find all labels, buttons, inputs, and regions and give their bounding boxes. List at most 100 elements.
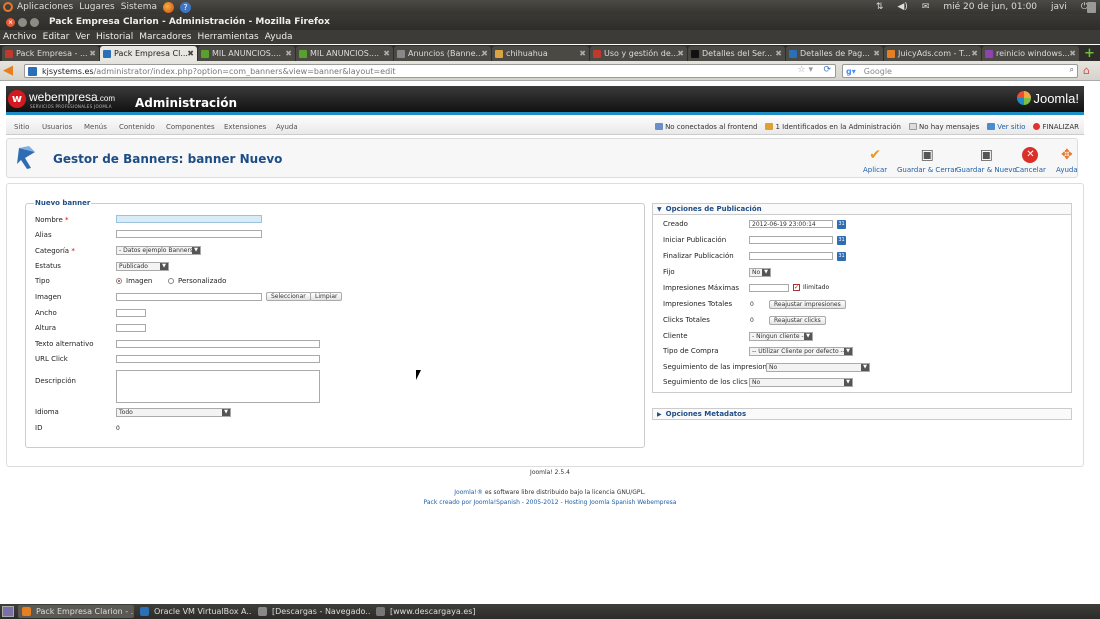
select-image-button[interactable]: Seleccionar: [266, 292, 311, 301]
clock[interactable]: mié 20 de jun, 01:00: [943, 2, 1037, 12]
publish-up-input[interactable]: [749, 236, 833, 244]
browser-tab[interactable]: JuicyAds.com - T... ✖: [884, 46, 981, 61]
sticky-select[interactable]: No ▼: [749, 268, 771, 277]
browser-tab[interactable]: Detalles de Pag... ✖: [786, 46, 883, 61]
window-close-button[interactable]: ×: [6, 17, 15, 27]
taskbar-window-button[interactable]: Pack Empresa Clarion - ...: [18, 605, 134, 618]
home-icon[interactable]: ⌂: [1083, 64, 1090, 77]
logout-link[interactable]: FINALIZAR: [1033, 123, 1079, 131]
user-menu[interactable]: javi: [1051, 2, 1067, 12]
status-select[interactable]: Publicado ▼: [116, 262, 169, 271]
publishing-options-header[interactable]: ▼ Opciones de Publicación: [652, 203, 1072, 215]
tab-close-icon[interactable]: ✖: [187, 49, 194, 58]
created-input[interactable]: 2012-06-19 23:00:14: [749, 220, 833, 228]
window-titlebar[interactable]: × Pack Empresa Clarion - Administración …: [0, 14, 1100, 30]
browser-tab[interactable]: reinicio windows... ✖: [982, 46, 1079, 61]
browser-tab[interactable]: chihuahua ✖: [492, 46, 589, 61]
view-site-link[interactable]: Ver sitio: [987, 123, 1025, 131]
track-clicks-select[interactable]: No ▼: [749, 378, 853, 387]
browser-tab[interactable]: MIL ANUNCIOS.... ✖: [198, 46, 295, 61]
google-engine-icon[interactable]: g▾: [846, 67, 856, 76]
track-impressions-select[interactable]: No ▼: [766, 363, 870, 372]
show-desktop-icon[interactable]: [2, 606, 14, 617]
menu-archivo[interactable]: Archivo: [0, 32, 40, 42]
type-custom-radio[interactable]: [168, 278, 174, 284]
browser-tab[interactable]: Detalles del Ser... ✖: [688, 46, 785, 61]
metadata-options-header[interactable]: ▶ Opciones Metadatos: [652, 408, 1072, 420]
unlimited-checkbox[interactable]: ✓: [793, 284, 800, 291]
window-minimize-button[interactable]: [18, 17, 27, 27]
jmenu-extensiones[interactable]: Extensiones: [224, 123, 266, 131]
volume-icon[interactable]: ◀): [897, 2, 907, 12]
credit-link[interactable]: Pack creado por Joomla!Spanish - 2005-20…: [0, 499, 1100, 506]
reset-impressions-button[interactable]: Reajustar impresiones: [769, 300, 846, 309]
menu-marcadores[interactable]: Marcadores: [136, 32, 194, 42]
network-icon[interactable]: ⇅: [876, 2, 884, 12]
menu-ver[interactable]: Ver: [72, 32, 93, 42]
menu-historial[interactable]: Historial: [93, 32, 136, 42]
max-impressions-input[interactable]: [749, 284, 789, 292]
tab-close-icon[interactable]: ✖: [89, 49, 96, 58]
search-bar[interactable]: g▾ Google ⌕: [842, 64, 1078, 78]
tab-close-icon[interactable]: ✖: [677, 49, 684, 58]
type-image-radio[interactable]: [116, 278, 122, 284]
browser-tab[interactable]: Anuncios (Banne... ✖: [394, 46, 491, 61]
clear-image-button[interactable]: Limpiar: [310, 292, 343, 301]
tab-close-icon[interactable]: ✖: [481, 49, 488, 58]
name-input[interactable]: [116, 215, 262, 223]
url-bar[interactable]: kjsystems.es/administrator/index.php?opt…: [24, 64, 836, 78]
alias-input[interactable]: [116, 230, 262, 238]
reload-icon[interactable]: ⟳: [823, 65, 831, 75]
tab-close-icon[interactable]: ✖: [873, 49, 880, 58]
tab-close-icon[interactable]: ✖: [775, 49, 782, 58]
height-input[interactable]: [116, 324, 146, 332]
menu-herramientas[interactable]: Herramientas: [194, 32, 261, 42]
tab-close-icon[interactable]: ✖: [285, 49, 292, 58]
tab-close-icon[interactable]: ✖: [383, 49, 390, 58]
alt-text-input[interactable]: [116, 340, 320, 348]
taskbar-window-button[interactable]: Oracle VM VirtualBox A...: [136, 605, 252, 618]
description-textarea[interactable]: [116, 370, 320, 403]
url-click-input[interactable]: [116, 355, 320, 363]
category-select[interactable]: - Datos ejemplo Banners ▼: [116, 246, 201, 255]
browser-tab[interactable]: Pack Empresa - ... ✖: [2, 46, 99, 61]
apply-button[interactable]: ✔ Aplicar: [863, 147, 887, 174]
window-maximize-button[interactable]: [30, 17, 39, 27]
ubuntu-logo-icon[interactable]: [3, 2, 13, 12]
menu-sistema[interactable]: Sistema: [121, 2, 157, 12]
mail-icon[interactable]: ✉: [922, 2, 930, 12]
save-close-button[interactable]: ▣ Guardar & Cerrar: [897, 147, 957, 174]
jmenu-usuarios[interactable]: Usuarios: [42, 123, 72, 131]
save-new-button[interactable]: ▣ Guardar & Nuevo: [956, 147, 1017, 174]
help-button[interactable]: ✥ Ayuda: [1056, 147, 1078, 174]
jmenu-menus[interactable]: Menús: [84, 123, 107, 131]
language-select[interactable]: Todo ▼: [116, 408, 231, 417]
tab-close-icon[interactable]: ✖: [971, 49, 978, 58]
menu-editar[interactable]: Editar: [40, 32, 73, 42]
reset-clicks-button[interactable]: Reajustar clicks: [769, 316, 826, 325]
back-button[interactable]: ◀: [3, 64, 19, 78]
firefox-launcher-icon[interactable]: [163, 1, 175, 13]
jmenu-sitio[interactable]: Sitio: [14, 123, 29, 131]
client-select[interactable]: - Ningun cliente - ▼: [749, 332, 813, 341]
jmenu-contenido[interactable]: Contenido: [119, 123, 155, 131]
tab-close-icon[interactable]: ✖: [579, 49, 586, 58]
tab-close-icon[interactable]: ✖: [1069, 49, 1076, 58]
browser-tab[interactable]: MIL ANUNCIOS.... ✖: [296, 46, 393, 61]
trash-icon[interactable]: [1087, 2, 1096, 13]
taskbar-window-button[interactable]: [www.descargaya.es]: [372, 605, 488, 618]
jmenu-ayuda[interactable]: Ayuda: [276, 123, 298, 131]
cancel-button[interactable]: ✕ Cancelar: [1015, 147, 1046, 174]
browser-tab[interactable]: Pack Empresa Cl... ✖: [100, 46, 197, 61]
help-launcher-icon[interactable]: ?: [180, 1, 192, 13]
calendar-icon[interactable]: 31: [837, 236, 846, 245]
menu-ayuda[interactable]: Ayuda: [262, 32, 296, 42]
taskbar-window-button[interactable]: [Descargas - Navegado...: [254, 605, 370, 618]
bookmark-star-icon[interactable]: ☆ ▾: [798, 65, 813, 75]
new-tab-button[interactable]: +: [1084, 47, 1095, 61]
menu-aplicaciones[interactable]: Aplicaciones: [17, 2, 73, 12]
menu-lugares[interactable]: Lugares: [79, 2, 115, 12]
calendar-icon[interactable]: 31: [837, 220, 846, 229]
image-input[interactable]: [116, 293, 262, 301]
joomla-link[interactable]: Joomla!®: [454, 489, 483, 496]
